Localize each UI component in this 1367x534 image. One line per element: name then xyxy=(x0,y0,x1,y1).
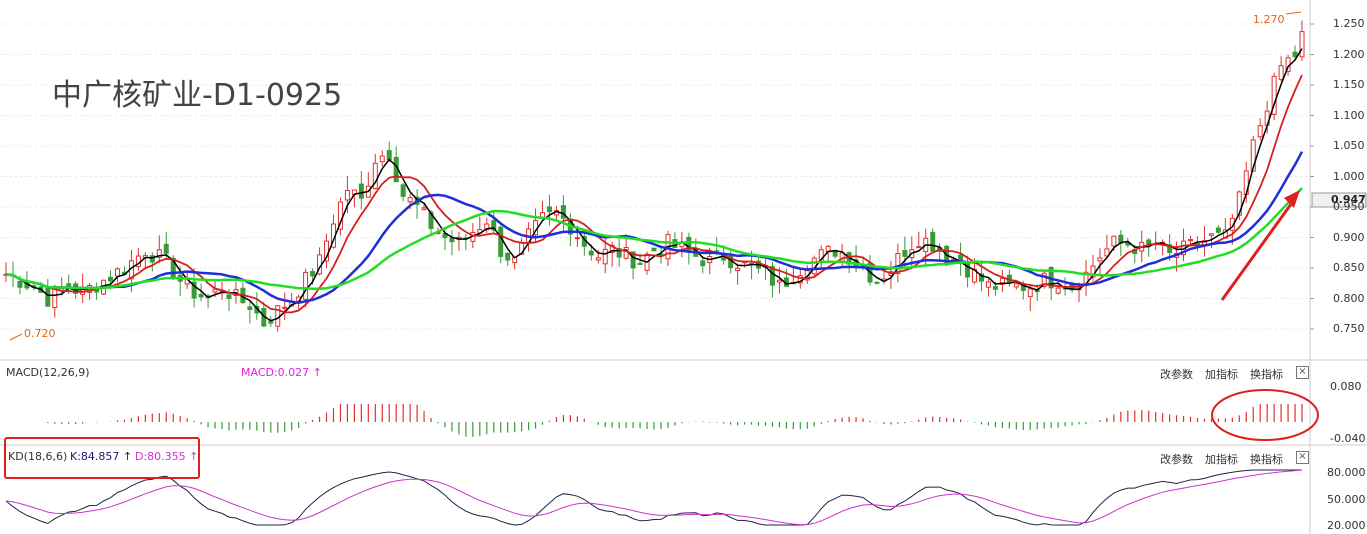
kd-tick-50: 50.000 xyxy=(1327,493,1366,506)
candle-body xyxy=(874,281,880,284)
high-marker-line xyxy=(1285,11,1302,15)
candle-body xyxy=(407,197,413,203)
candle-body xyxy=(623,246,629,259)
candle-body xyxy=(45,286,51,307)
candle-body xyxy=(1215,227,1221,233)
candle-body xyxy=(1208,233,1214,236)
candle-body xyxy=(52,287,58,309)
candle-body xyxy=(700,260,706,267)
candle-body xyxy=(1188,239,1194,242)
kd-add-indicator-button[interactable]: 加指标 xyxy=(1205,451,1238,467)
price-tick-label: 1.100 xyxy=(1333,108,1365,122)
low-marker-line xyxy=(9,333,23,341)
current-price-label: 0.947 xyxy=(1331,193,1366,206)
candle-body xyxy=(379,155,385,163)
candle-body xyxy=(602,248,608,265)
kd-indicator-label: KD(18,6,6) xyxy=(8,450,68,463)
chart-title: 中广核矿业-D1-0925 xyxy=(52,78,343,113)
candle-body xyxy=(498,226,504,257)
kd-k-line xyxy=(5,469,1302,526)
candle-body xyxy=(114,268,120,277)
kd-k-value: K:84.857 ↑ xyxy=(70,450,133,463)
candle-body xyxy=(1027,288,1033,298)
candle-body xyxy=(303,271,309,300)
price-tick-label: 0.900 xyxy=(1333,230,1365,244)
candle-body xyxy=(574,237,580,240)
candle-body xyxy=(1097,257,1103,262)
macd-params-button[interactable]: 改参数 xyxy=(1160,366,1193,382)
kd-switch-indicator-button[interactable]: 换指标 xyxy=(1250,451,1283,467)
candle-body xyxy=(247,306,253,310)
low-price-label: 0.720 xyxy=(24,327,56,340)
candle-body xyxy=(421,207,427,210)
macd-tick-high: 0.080 xyxy=(1330,380,1362,393)
price-tick-label: 1.000 xyxy=(1333,169,1365,183)
candle-body xyxy=(163,243,169,254)
candle-body xyxy=(400,184,406,197)
candle-body xyxy=(546,206,552,213)
candle-body xyxy=(776,279,782,283)
candle-body xyxy=(449,237,455,243)
price-tick-label: 0.850 xyxy=(1333,261,1365,274)
candle-body xyxy=(358,183,364,199)
macd-close-icon[interactable]: × xyxy=(1296,366,1309,379)
kd-tick-20: 20.000 xyxy=(1327,519,1366,532)
candle-body xyxy=(1111,235,1117,247)
kd-close-icon[interactable]: × xyxy=(1296,451,1309,464)
price-tick-label: 0.800 xyxy=(1333,291,1365,305)
candle-body xyxy=(992,286,998,290)
candle-body xyxy=(386,150,392,161)
candle-body xyxy=(595,257,601,261)
kd-d-value: D:80.355 ↑ xyxy=(135,450,199,463)
candle-body xyxy=(588,250,594,256)
price-tick-label: 1.200 xyxy=(1333,47,1365,61)
candle-body xyxy=(560,205,566,219)
candle-body xyxy=(985,281,991,288)
candle-body xyxy=(1055,287,1061,294)
price-tick-label: 0.750 xyxy=(1333,322,1365,335)
candle-body xyxy=(282,306,288,309)
candle-body xyxy=(344,189,350,201)
candle-body xyxy=(930,231,936,252)
candle-body xyxy=(637,262,643,265)
candle-body xyxy=(902,249,908,257)
high-price-label: 1.270 xyxy=(1253,13,1285,26)
candle-body xyxy=(1299,31,1305,58)
macd-indicator-label: MACD(12,26,9) xyxy=(6,366,90,379)
price-tick-label: 1.050 xyxy=(1333,139,1365,152)
candle-body xyxy=(268,320,274,324)
candle-body xyxy=(1278,65,1284,80)
macd-value: MACD:0.027 ↑ xyxy=(241,366,322,379)
kd-params-button[interactable]: 改参数 xyxy=(1160,451,1193,467)
candle-body xyxy=(735,267,741,272)
candle-body xyxy=(1292,51,1298,57)
candle-body xyxy=(275,305,281,327)
candle-body xyxy=(17,281,23,288)
candle-body xyxy=(198,294,204,298)
price-tick-label: 1.250 xyxy=(1333,17,1365,30)
candle-body xyxy=(651,247,657,252)
candle-body xyxy=(1146,239,1152,245)
candle-body xyxy=(1257,125,1263,138)
candle-body xyxy=(149,255,155,263)
macd-switch-indicator-button[interactable]: 换指标 xyxy=(1250,366,1283,382)
macd-add-indicator-button[interactable]: 加指标 xyxy=(1205,366,1238,382)
kd-tick-80: 80.000 xyxy=(1327,466,1366,479)
macd-tick-low: -0.040 xyxy=(1330,432,1366,445)
candle-body xyxy=(226,294,232,299)
candle-body xyxy=(108,276,114,282)
candle-body xyxy=(310,271,316,277)
candle-body xyxy=(505,252,511,261)
candle-body xyxy=(916,246,922,249)
candle-body xyxy=(1013,283,1019,288)
price-tick-label: 1.150 xyxy=(1333,78,1365,91)
